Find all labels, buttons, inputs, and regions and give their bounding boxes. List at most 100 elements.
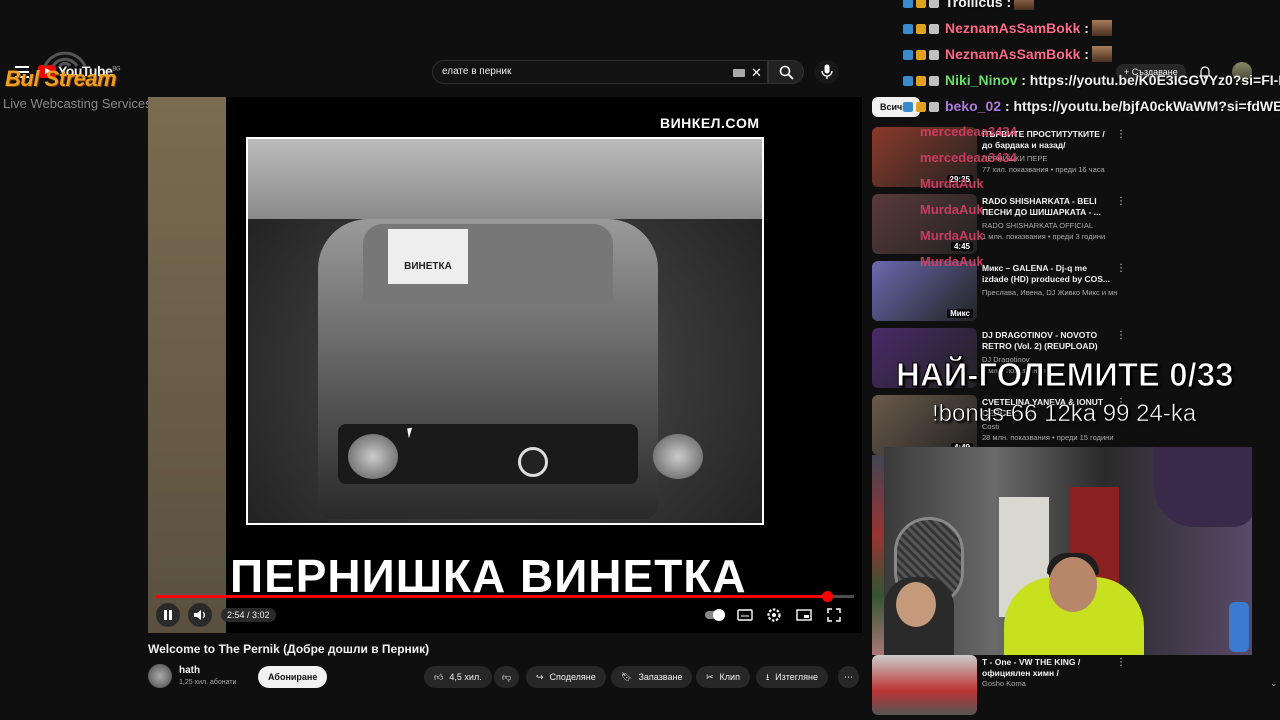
subtitles-icon[interactable]: [736, 606, 754, 624]
recommendation-title: RADO SHISHARKATA - BELI ПЕСНИ ДО ШИШАРКА…: [982, 196, 1101, 217]
miniplayer-icon[interactable]: [795, 606, 813, 624]
chat-emote-icon: [1091, 20, 1112, 36]
vignette-sticker: ВИНЕТКА: [388, 229, 468, 284]
share-button[interactable]: ↪ Споделяне: [526, 666, 606, 688]
more-options-icon[interactable]: ⋮: [1116, 196, 1126, 207]
chat-mention: MurdaAuk: [920, 202, 984, 217]
microphone-icon: [821, 64, 833, 79]
chat-mention: mercedeaa3434: [920, 124, 1017, 139]
thumbs-up-icon: 👍︎: [434, 672, 444, 682]
recommendation-meta: 28 млн. показвания • преди 15 години: [982, 433, 1114, 442]
more-dots-icon: ⋯: [844, 672, 853, 682]
chat-badges-icon: [903, 46, 945, 62]
chat-message: Trollicus :: [903, 0, 1035, 14]
thumbnail-strip: [872, 455, 884, 655]
player-controls: 2:54 / 3:02: [156, 603, 854, 627]
time-display: 2:54 / 3:02: [221, 608, 276, 622]
chat-badges-icon: [903, 72, 945, 88]
chat-message: Niki_Ninov : https://youtu.be/K0E3IGGVYz…: [903, 72, 1280, 92]
person-left: [884, 577, 954, 655]
brand-title: Bul Stream: [5, 66, 117, 91]
more-options-icon[interactable]: ⋮: [1116, 129, 1126, 140]
recommendation-item[interactable]: Микс Микс – GALENA - Dj-q me izdade (HD) …: [872, 261, 1132, 323]
chat-username: NeznamAsSamBokk: [945, 46, 1081, 62]
download-button[interactable]: ⭳ Изтегляне: [756, 666, 828, 688]
streamer-webcam: [884, 447, 1252, 655]
chat-mention: MurdaAuk: [920, 228, 984, 243]
subscribe-button[interactable]: Абониране: [258, 666, 328, 688]
recommendation-thumbnail: Микс: [872, 261, 977, 321]
brand-subtitle: Live Webcasting Services: [3, 96, 152, 111]
more-actions-button[interactable]: ⋯: [838, 666, 859, 688]
chat-badges-icon: [903, 20, 945, 36]
chat-message: NeznamAsSamBokk :: [903, 20, 1112, 40]
vw-badge-icon: [518, 447, 548, 477]
autoplay-toggle-icon[interactable]: [704, 606, 726, 624]
voice-search-button[interactable]: [815, 60, 839, 84]
car-photo: ВИНЕТКА: [246, 137, 764, 525]
chat-text: : https://youtu.be/K0E3IGGVYz0?si=FI-NW0: [1021, 72, 1280, 88]
chat-text: : https://youtu.be/bjfA0ckWaWM?si=fdWET: [1004, 98, 1280, 114]
recommendation-bottom[interactable]: T - One - VW THE KING / официялен химн /…: [872, 655, 1132, 715]
progress-fill: [156, 595, 828, 598]
channel-avatar[interactable]: [148, 664, 172, 688]
volume-icon: [194, 610, 205, 620]
share-icon: ↪: [536, 672, 544, 682]
video-watermark: ВИНКЕЛ.COM: [660, 115, 760, 131]
recommendation-title: T - One - VW THE KING / официялен химн /: [982, 657, 1081, 678]
search-input[interactable]: елате в перник ✕: [432, 60, 768, 84]
recommendation-title: DJ DRAGOTINOV - NOVOTO RETRO (Vol. 2) (R…: [982, 330, 1098, 351]
more-options-icon[interactable]: ⋮: [1116, 330, 1126, 341]
settings-gear-icon[interactable]: [765, 606, 783, 624]
more-options-icon[interactable]: ⋮: [1116, 657, 1126, 668]
chat-emote-icon: [1014, 0, 1035, 10]
recommendation-meta: 1 млн. показвания • преди 3 години: [982, 232, 1106, 241]
thumbs-down-icon: 👎︎: [502, 672, 512, 682]
recommendation-item[interactable]: 4:45 RADO SHISHARKATA - BELI ПЕСНИ ДО ШИШ…: [872, 194, 1132, 256]
player-pillarbox: [148, 97, 226, 633]
chat-username: Niki_Ninov: [945, 72, 1018, 88]
chat-username: NeznamAsSamBokk: [945, 20, 1081, 36]
chat-message: NeznamAsSamBokk :: [903, 46, 1112, 66]
channel-name[interactable]: hath: [179, 665, 200, 676]
search-button[interactable]: [768, 60, 804, 84]
chat-mention: MurdaAuk: [920, 176, 984, 191]
video-duration: 4:45: [950, 242, 973, 251]
video-player[interactable]: ВИНКЕЛ.COM ВИНЕТКА ПЕРНИШКА ВИНЕТКА 2:54…: [148, 97, 862, 633]
video-title: Welcome to The Pernik (Добре дошли в Пер…: [148, 642, 430, 656]
clear-search-icon[interactable]: ✕: [751, 65, 762, 81]
overlay-title: НАЙ-ГОЛЕМИТЕ 0/33: [895, 356, 1234, 394]
chat-badges-icon: [903, 98, 945, 114]
volume-button[interactable]: [188, 603, 212, 627]
recommendation-meta: 77 хил. показвания • преди 16 часа: [982, 165, 1105, 174]
scroll-down-icon[interactable]: ⌄: [1270, 678, 1278, 689]
clip-button[interactable]: ✂ Клип: [696, 666, 750, 688]
scissors-icon: ✂: [706, 672, 714, 682]
chat-badges-icon: [903, 0, 945, 10]
progress-bar[interactable]: [156, 591, 854, 602]
pause-button[interactable]: [156, 603, 180, 627]
recommendation-channel: Gosho Koma: [982, 679, 1026, 688]
water-bottle: [1229, 602, 1249, 652]
chat-emote-icon: [1091, 46, 1112, 62]
overlay-subtitle: !bonus 66 12ka 99 24-ka: [932, 400, 1197, 428]
keyboard-icon[interactable]: [733, 69, 745, 77]
chat-text: :: [1084, 46, 1089, 62]
recommendation-channel: Преслава, Ивена, DJ Живко Микс и мн...: [982, 288, 1117, 297]
like-button[interactable]: 👍︎ 4,5 хил.: [424, 666, 492, 688]
recommendation-thumbnail: [872, 655, 977, 715]
bookmark-icon: 🔖︎: [621, 672, 633, 682]
chat-text: :: [1084, 20, 1089, 36]
subscriber-count: 1,25 хил. абонати: [179, 679, 237, 686]
chat-mention: mercedeaa3434: [920, 150, 1017, 165]
fullscreen-icon[interactable]: [825, 606, 843, 624]
more-options-icon[interactable]: ⋮: [1116, 263, 1126, 274]
video-duration: Микс: [947, 309, 973, 318]
search-icon: [779, 65, 794, 80]
search-query-text: елате в перник: [442, 66, 512, 77]
dislike-button[interactable]: 👎︎: [494, 666, 520, 688]
channel-row: hath 1,25 хил. абонати Абониране 👍︎ 4,5 х…: [148, 662, 862, 690]
chat-mention: MurdaAuk: [920, 254, 984, 269]
chat-overlay: Trollicus : NeznamAsSamBokk : NeznamAsSamB…: [900, 0, 1280, 130]
save-button[interactable]: 🔖︎ Запазване: [611, 666, 693, 688]
